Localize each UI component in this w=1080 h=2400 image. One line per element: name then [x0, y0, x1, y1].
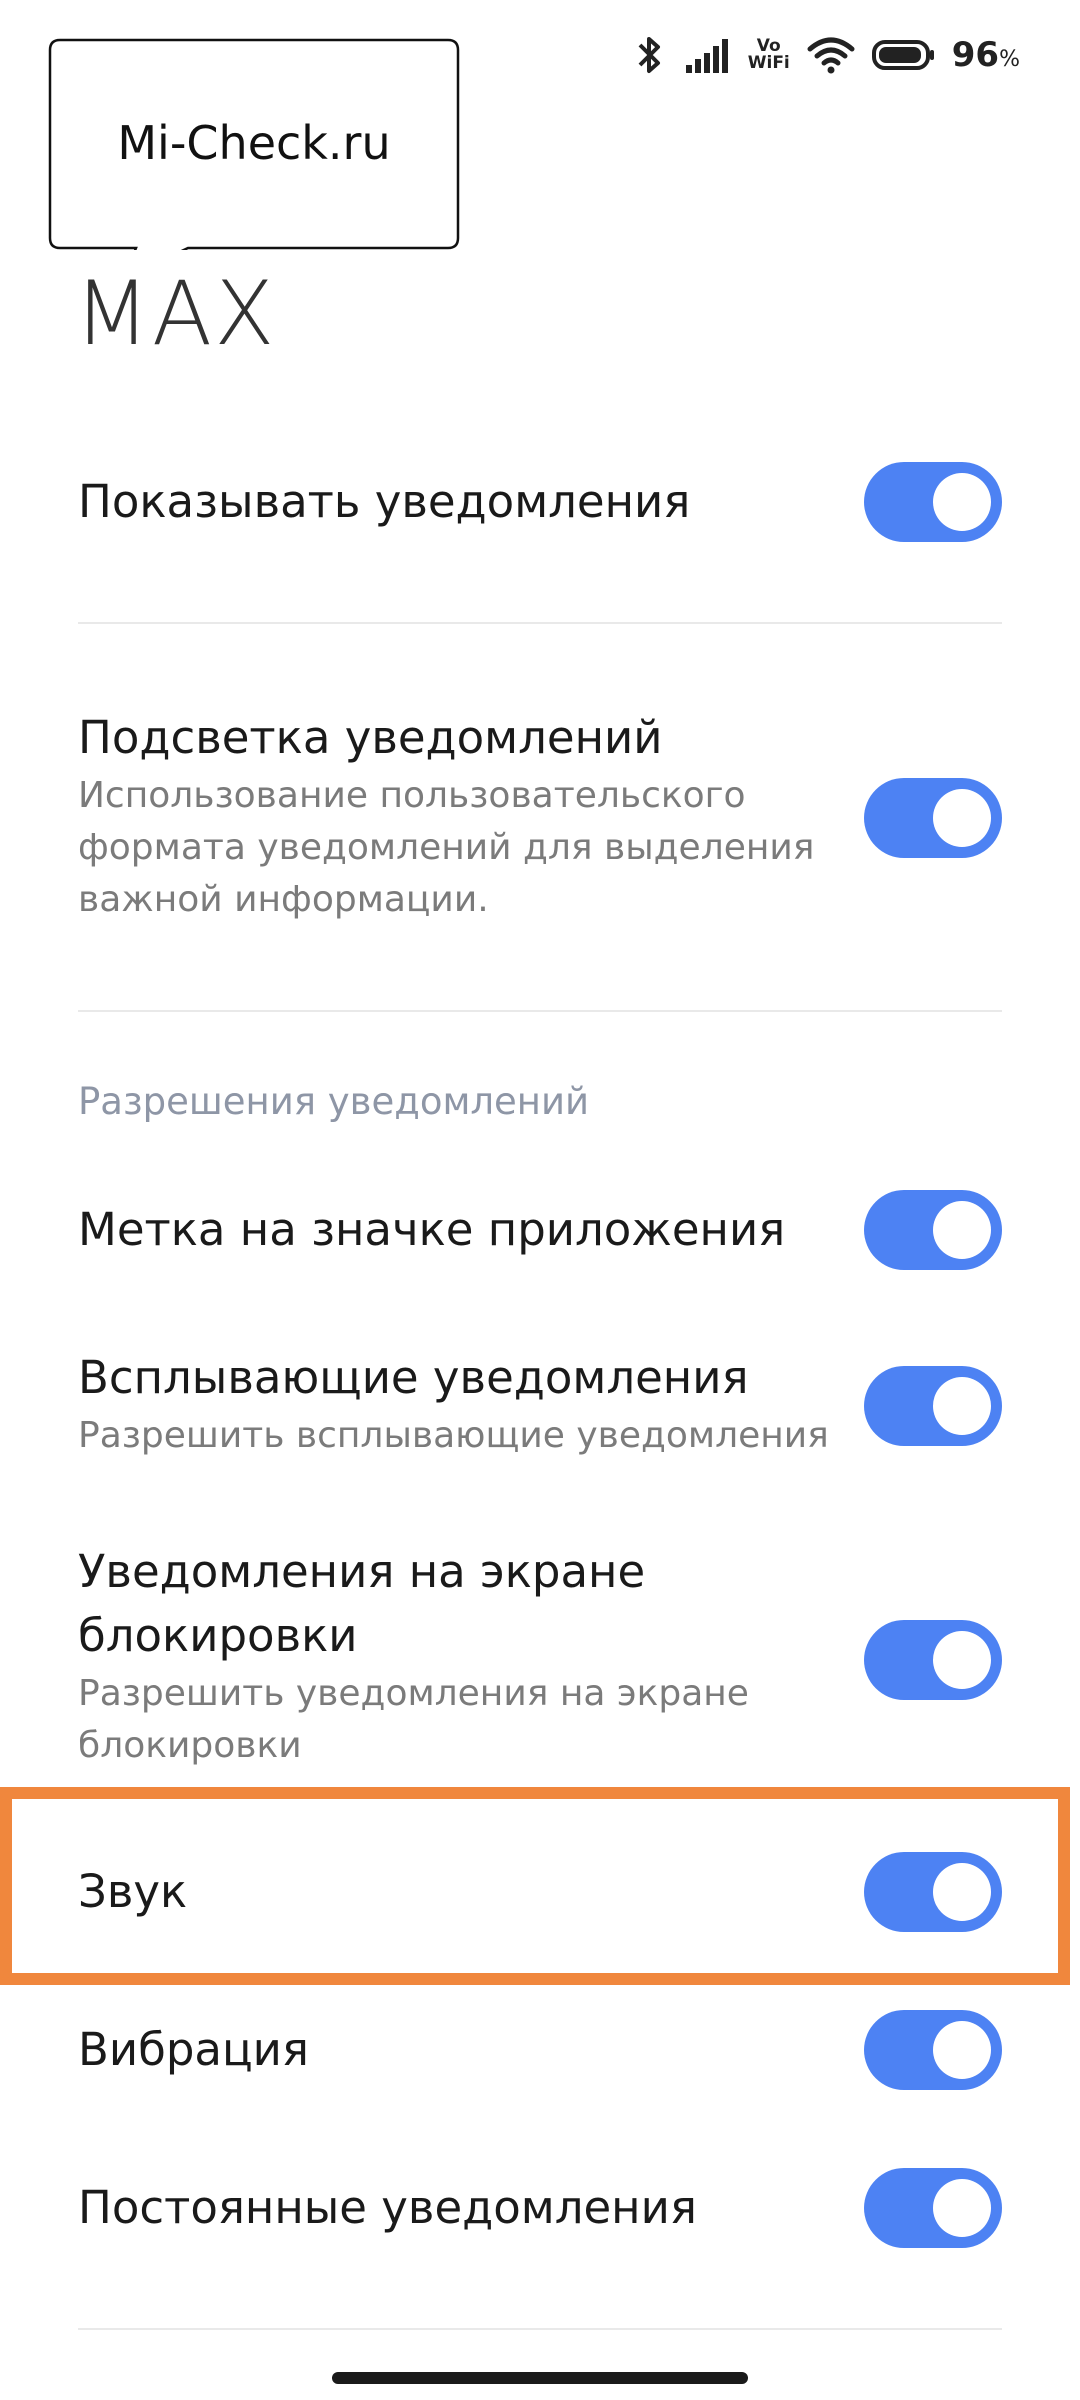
lock-screen-notifications-subtitle-line-2: блокировки	[78, 1725, 302, 1766]
bluetooth-icon	[632, 33, 668, 77]
notification-highlight-row[interactable]: Подсветка уведомлений Использование поль…	[78, 706, 1002, 936]
show-notifications-toggle[interactable]	[864, 462, 1002, 542]
battery-percent-value: 96	[951, 35, 1000, 75]
watermark-text: Mi-Check.ru	[117, 116, 391, 170]
vowifi-bottom-label: WiFi	[747, 53, 790, 73]
toggle-knob	[933, 2021, 991, 2079]
floating-notifications-row[interactable]: Всплывающие уведомления Разрешить всплыв…	[78, 1346, 1002, 1466]
persistent-notifications-toggle[interactable]	[864, 2168, 1002, 2248]
persistent-notifications-title: Постоянные уведомления	[78, 2181, 697, 2234]
notification-highlight-subtitle-line-1: Использование пользовательского	[78, 775, 746, 816]
app-title: MAX	[74, 262, 277, 365]
vibration-toggle[interactable]	[864, 2010, 1002, 2090]
notification-highlight-toggle[interactable]	[864, 778, 1002, 858]
app-icon-badge-row[interactable]: Метка на значке приложения	[78, 1190, 1002, 1270]
show-notifications-row[interactable]: Показывать уведомления	[78, 452, 1002, 552]
lock-screen-notifications-row[interactable]: Уведомления на экране блокировки Разреши…	[78, 1540, 1002, 1780]
vibration-row[interactable]: Вибрация	[78, 2010, 1002, 2090]
app-icon-badge-title: Метка на значке приложения	[78, 1203, 786, 1256]
vibration-title: Вибрация	[78, 2023, 309, 2076]
toggle-knob	[933, 2179, 991, 2237]
floating-notifications-title: Всплывающие уведомления	[78, 1351, 749, 1404]
status-bar: Vo WiFi 96%	[632, 30, 1020, 80]
lock-screen-notifications-title-line-1: Уведомления на экране	[78, 1545, 646, 1598]
toggle-knob	[933, 1201, 991, 1259]
toggle-knob	[933, 1631, 991, 1689]
notification-highlight-subtitle-line-3: важной информации.	[78, 879, 489, 920]
divider	[78, 1010, 1002, 1012]
battery-percent-unit: %	[999, 47, 1020, 72]
lock-screen-notifications-subtitle-line-1: Разрешить уведомления на экране	[78, 1673, 749, 1714]
home-indicator[interactable]	[332, 2372, 748, 2384]
lock-screen-notifications-toggle[interactable]	[864, 1620, 1002, 1700]
highlight-frame	[0, 1787, 1070, 1985]
watermark-callout: Mi-Check.ru	[48, 38, 460, 250]
toggle-knob	[933, 473, 991, 531]
app-icon-badge-toggle[interactable]	[864, 1190, 1002, 1270]
battery-icon	[871, 38, 936, 72]
toggle-knob	[933, 789, 991, 847]
divider	[78, 622, 1002, 624]
section-header-notification-permissions: Разрешения уведомлений	[78, 1080, 590, 1123]
floating-notifications-toggle[interactable]	[864, 1366, 1002, 1446]
notification-highlight-title: Подсветка уведомлений	[78, 711, 663, 764]
lock-screen-notifications-title-line-2: блокировки	[78, 1609, 358, 1662]
vowifi-indicator: Vo WiFi	[748, 38, 790, 72]
floating-notifications-subtitle: Разрешить всплывающие уведомления	[78, 1415, 829, 1456]
wifi-icon	[806, 35, 856, 75]
toggle-knob	[933, 1377, 991, 1435]
show-notifications-title: Показывать уведомления	[78, 475, 691, 528]
notification-highlight-subtitle-line-2: формата уведомлений для выделения	[78, 827, 815, 868]
battery-percent: 96%	[952, 35, 1020, 75]
signal-icon	[684, 35, 732, 75]
divider	[78, 2328, 1002, 2330]
persistent-notifications-row[interactable]: Постоянные уведомления	[78, 2168, 1002, 2248]
